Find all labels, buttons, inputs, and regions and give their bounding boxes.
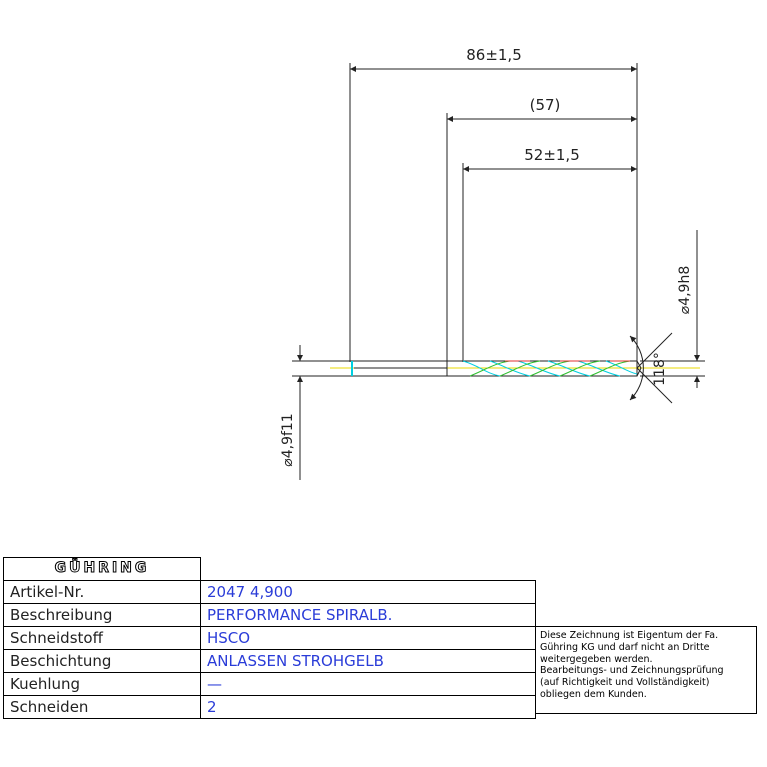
row-value: 2047 4,900 (200, 579, 536, 604)
row-label: Artikel-Nr. (3, 579, 201, 604)
dim-text-shank-diameter: ⌀4,9h8 (677, 266, 693, 314)
drawing-sheet: 86±1,5 (57) 52±1,5 ⌀4,9h8 ⌀4,9f11 118° G… (0, 0, 767, 767)
extension-lines (292, 63, 705, 377)
row-value: PERFORMANCE SPIRALB. (200, 602, 536, 627)
brand-logo: GÜHRING (3, 557, 201, 581)
ownership-notice: Diese Zeichnung ist Eigentum der Fa. Güh… (535, 626, 757, 714)
row-label: Schneidstoff (3, 625, 201, 650)
table-row: Schneidstoff HSCO (3, 625, 536, 650)
dim-text-body-diameter: ⌀4,9f11 (280, 413, 296, 466)
dim-text-reference-length: (57) (530, 96, 561, 114)
notice-line: Gühring KG und darf nicht an Dritte (540, 641, 710, 653)
dim-text-flute-length: 52±1,5 (524, 146, 580, 164)
table-row: Schneiden 2 (3, 694, 536, 719)
notice-line: weitergegeben werden. (540, 653, 653, 665)
row-value: — (200, 671, 536, 696)
row-label: Kuehlung (3, 671, 201, 696)
notice-line: Bearbeitungs- und Zeichnungsprüfung (540, 665, 724, 677)
dim-text-overall-length: 86±1,5 (466, 46, 522, 64)
row-value: 2 (200, 694, 536, 719)
row-label: Schneiden (3, 694, 201, 719)
row-value: HSCO (200, 625, 536, 650)
notice-line: (auf Richtigkeit und Vollständigkeit) (540, 677, 710, 689)
title-block-table: GÜHRING Artikel-Nr. 2047 4,900 Beschreib… (3, 557, 536, 719)
table-row: Beschichtung ANLASSEN STROHGELB (3, 648, 536, 673)
dim-text-point-angle: 118° (652, 352, 668, 386)
table-row: Artikel-Nr. 2047 4,900 (3, 579, 536, 604)
row-label: Beschichtung (3, 648, 201, 673)
row-label: Beschreibung (3, 602, 201, 627)
notice-line: obliegen dem Kunden. (540, 688, 647, 700)
row-value: ANLASSEN STROHGELB (200, 648, 536, 673)
table-row: Kuehlung — (3, 671, 536, 696)
notice-line: Diese Zeichnung ist Eigentum der Fa. (540, 630, 719, 641)
table-row: Beschreibung PERFORMANCE SPIRALB. (3, 602, 536, 627)
drill-body (330, 360, 700, 377)
